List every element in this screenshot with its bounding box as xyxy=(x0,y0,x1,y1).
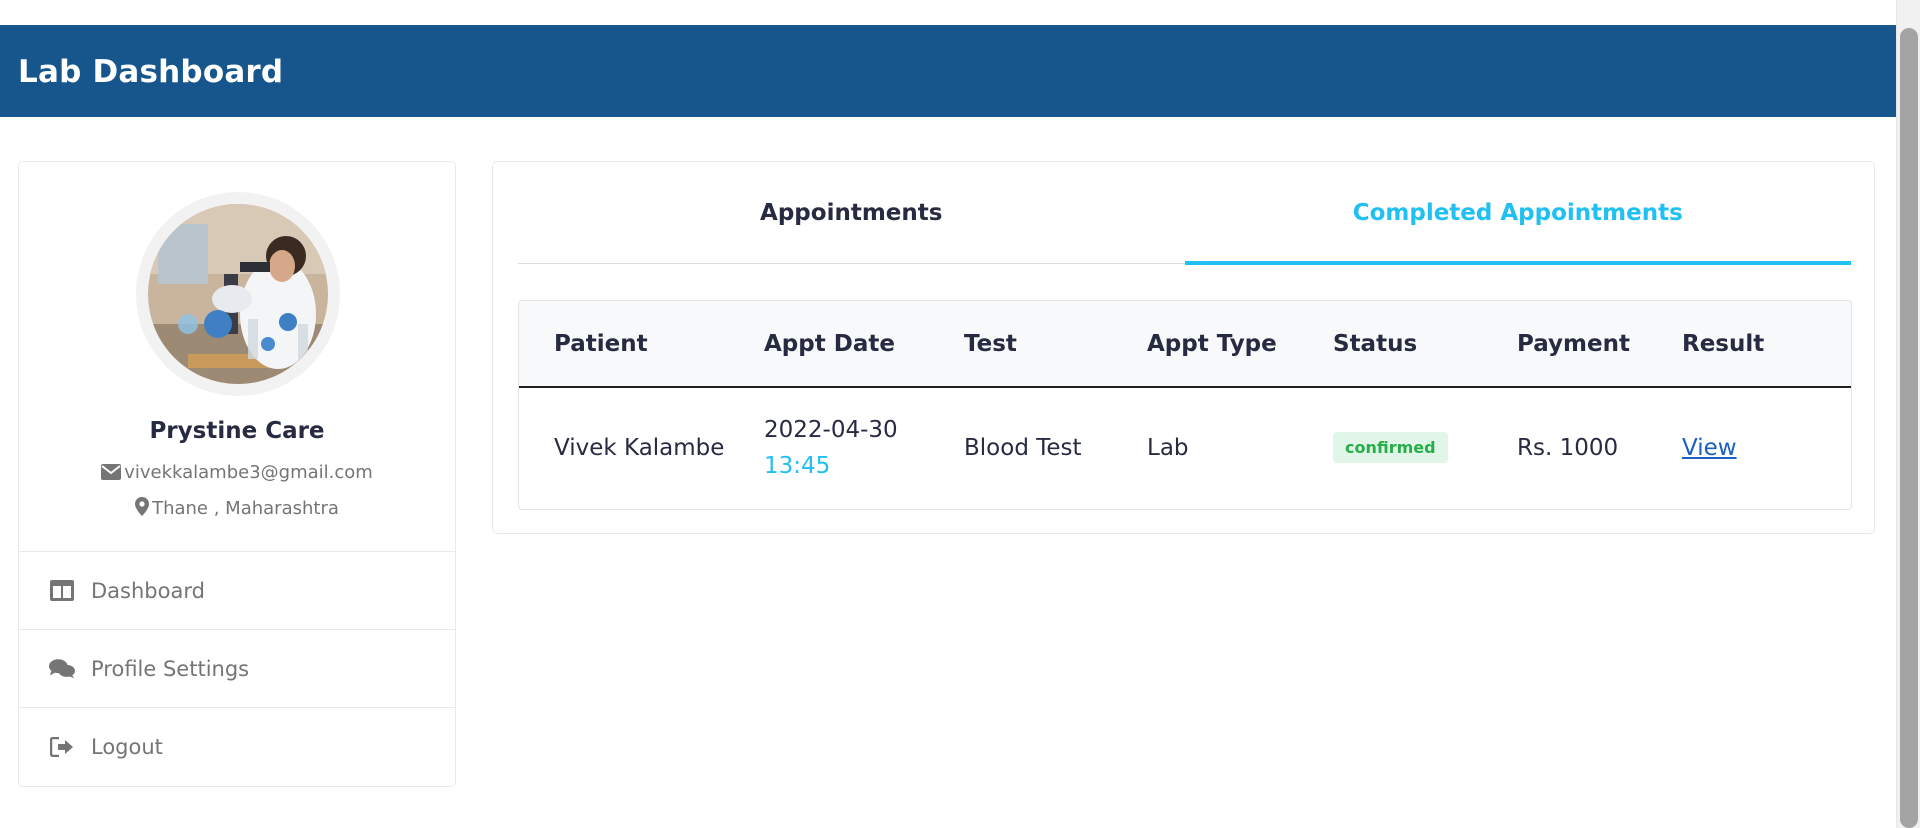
cell-test: Blood Test xyxy=(964,434,1082,461)
appointment-tabs: Appointments Completed Appointments xyxy=(518,162,1852,265)
appt-time: 13:45 xyxy=(764,452,831,479)
column-header-status: Status xyxy=(1333,330,1418,357)
top-spacer xyxy=(0,0,1896,25)
view-result-link[interactable]: View xyxy=(1682,435,1737,461)
column-header-test: Test xyxy=(964,330,1017,357)
comments-icon xyxy=(49,656,75,682)
appointments-table: Patient Appt Date Test Appt Type Status … xyxy=(519,301,1851,507)
sidebar-item-label: Logout xyxy=(91,734,163,759)
profile-location: Thane , Maharashtra xyxy=(152,498,339,519)
table-header-row: Patient Appt Date Test Appt Type Status … xyxy=(519,301,1851,387)
app-header: Lab Dashboard xyxy=(0,25,1896,117)
sidebar-item-label: Profile Settings xyxy=(91,656,250,681)
page-title: Lab Dashboard xyxy=(18,54,284,90)
status-badge: confirmed xyxy=(1333,432,1448,463)
profile-sidebar: Prystine Care vivekkalambe3@gmail.com Th… xyxy=(18,161,456,787)
column-header-patient: Patient xyxy=(554,330,648,357)
envelope-icon xyxy=(101,462,124,483)
profile-location-line: Thane , Maharashtra xyxy=(19,497,455,519)
cell-payment: Rs. 1000 xyxy=(1517,434,1619,461)
tab-appointments[interactable]: Appointments xyxy=(518,162,1185,263)
profile-email: vivekkalambe3@gmail.com xyxy=(124,462,373,483)
sidebar-item-profile-settings[interactable]: Profile Settings xyxy=(19,629,455,707)
avatar xyxy=(148,204,328,384)
map-marker-icon xyxy=(135,497,152,519)
columns-icon xyxy=(49,578,75,604)
cell-appt-date: 2022-04-30 13:45 xyxy=(764,387,964,507)
cell-appt-type: Lab xyxy=(1147,434,1189,461)
cell-status: confirmed xyxy=(1333,387,1517,507)
table-row: Vivek Kalambe 2022-04-30 13:45 Blood Tes… xyxy=(519,387,1851,507)
column-header-result: Result xyxy=(1682,330,1765,357)
sidebar-item-logout[interactable]: Logout xyxy=(19,707,455,785)
profile-email-line: vivekkalambe3@gmail.com xyxy=(19,462,455,483)
scrollbar-thumb[interactable] xyxy=(1900,28,1918,828)
scrollbar[interactable] xyxy=(1896,0,1920,828)
sidebar-item-dashboard[interactable]: Dashboard xyxy=(19,551,455,629)
sidebar-item-label: Dashboard xyxy=(91,578,205,603)
cell-result: View xyxy=(1682,387,1851,507)
column-header-appt-type: Appt Type xyxy=(1147,330,1277,357)
avatar-frame xyxy=(136,192,340,396)
cell-patient: Vivek Kalambe xyxy=(554,434,725,461)
appointments-card: Appointments Completed Appointments Pati… xyxy=(492,161,1875,534)
profile-name: Prystine Care xyxy=(149,418,325,444)
appt-date: 2022-04-30 xyxy=(764,416,898,443)
sidebar-menu: Dashboard Profile Settings Logout xyxy=(19,551,455,785)
tab-completed-appointments[interactable]: Completed Appointments xyxy=(1184,162,1852,265)
column-header-appt-date: Appt Date xyxy=(764,330,895,357)
appointments-table-wrapper: Patient Appt Date Test Appt Type Status … xyxy=(518,300,1852,510)
sign-out-icon xyxy=(49,734,75,760)
column-header-payment: Payment xyxy=(1517,330,1630,357)
